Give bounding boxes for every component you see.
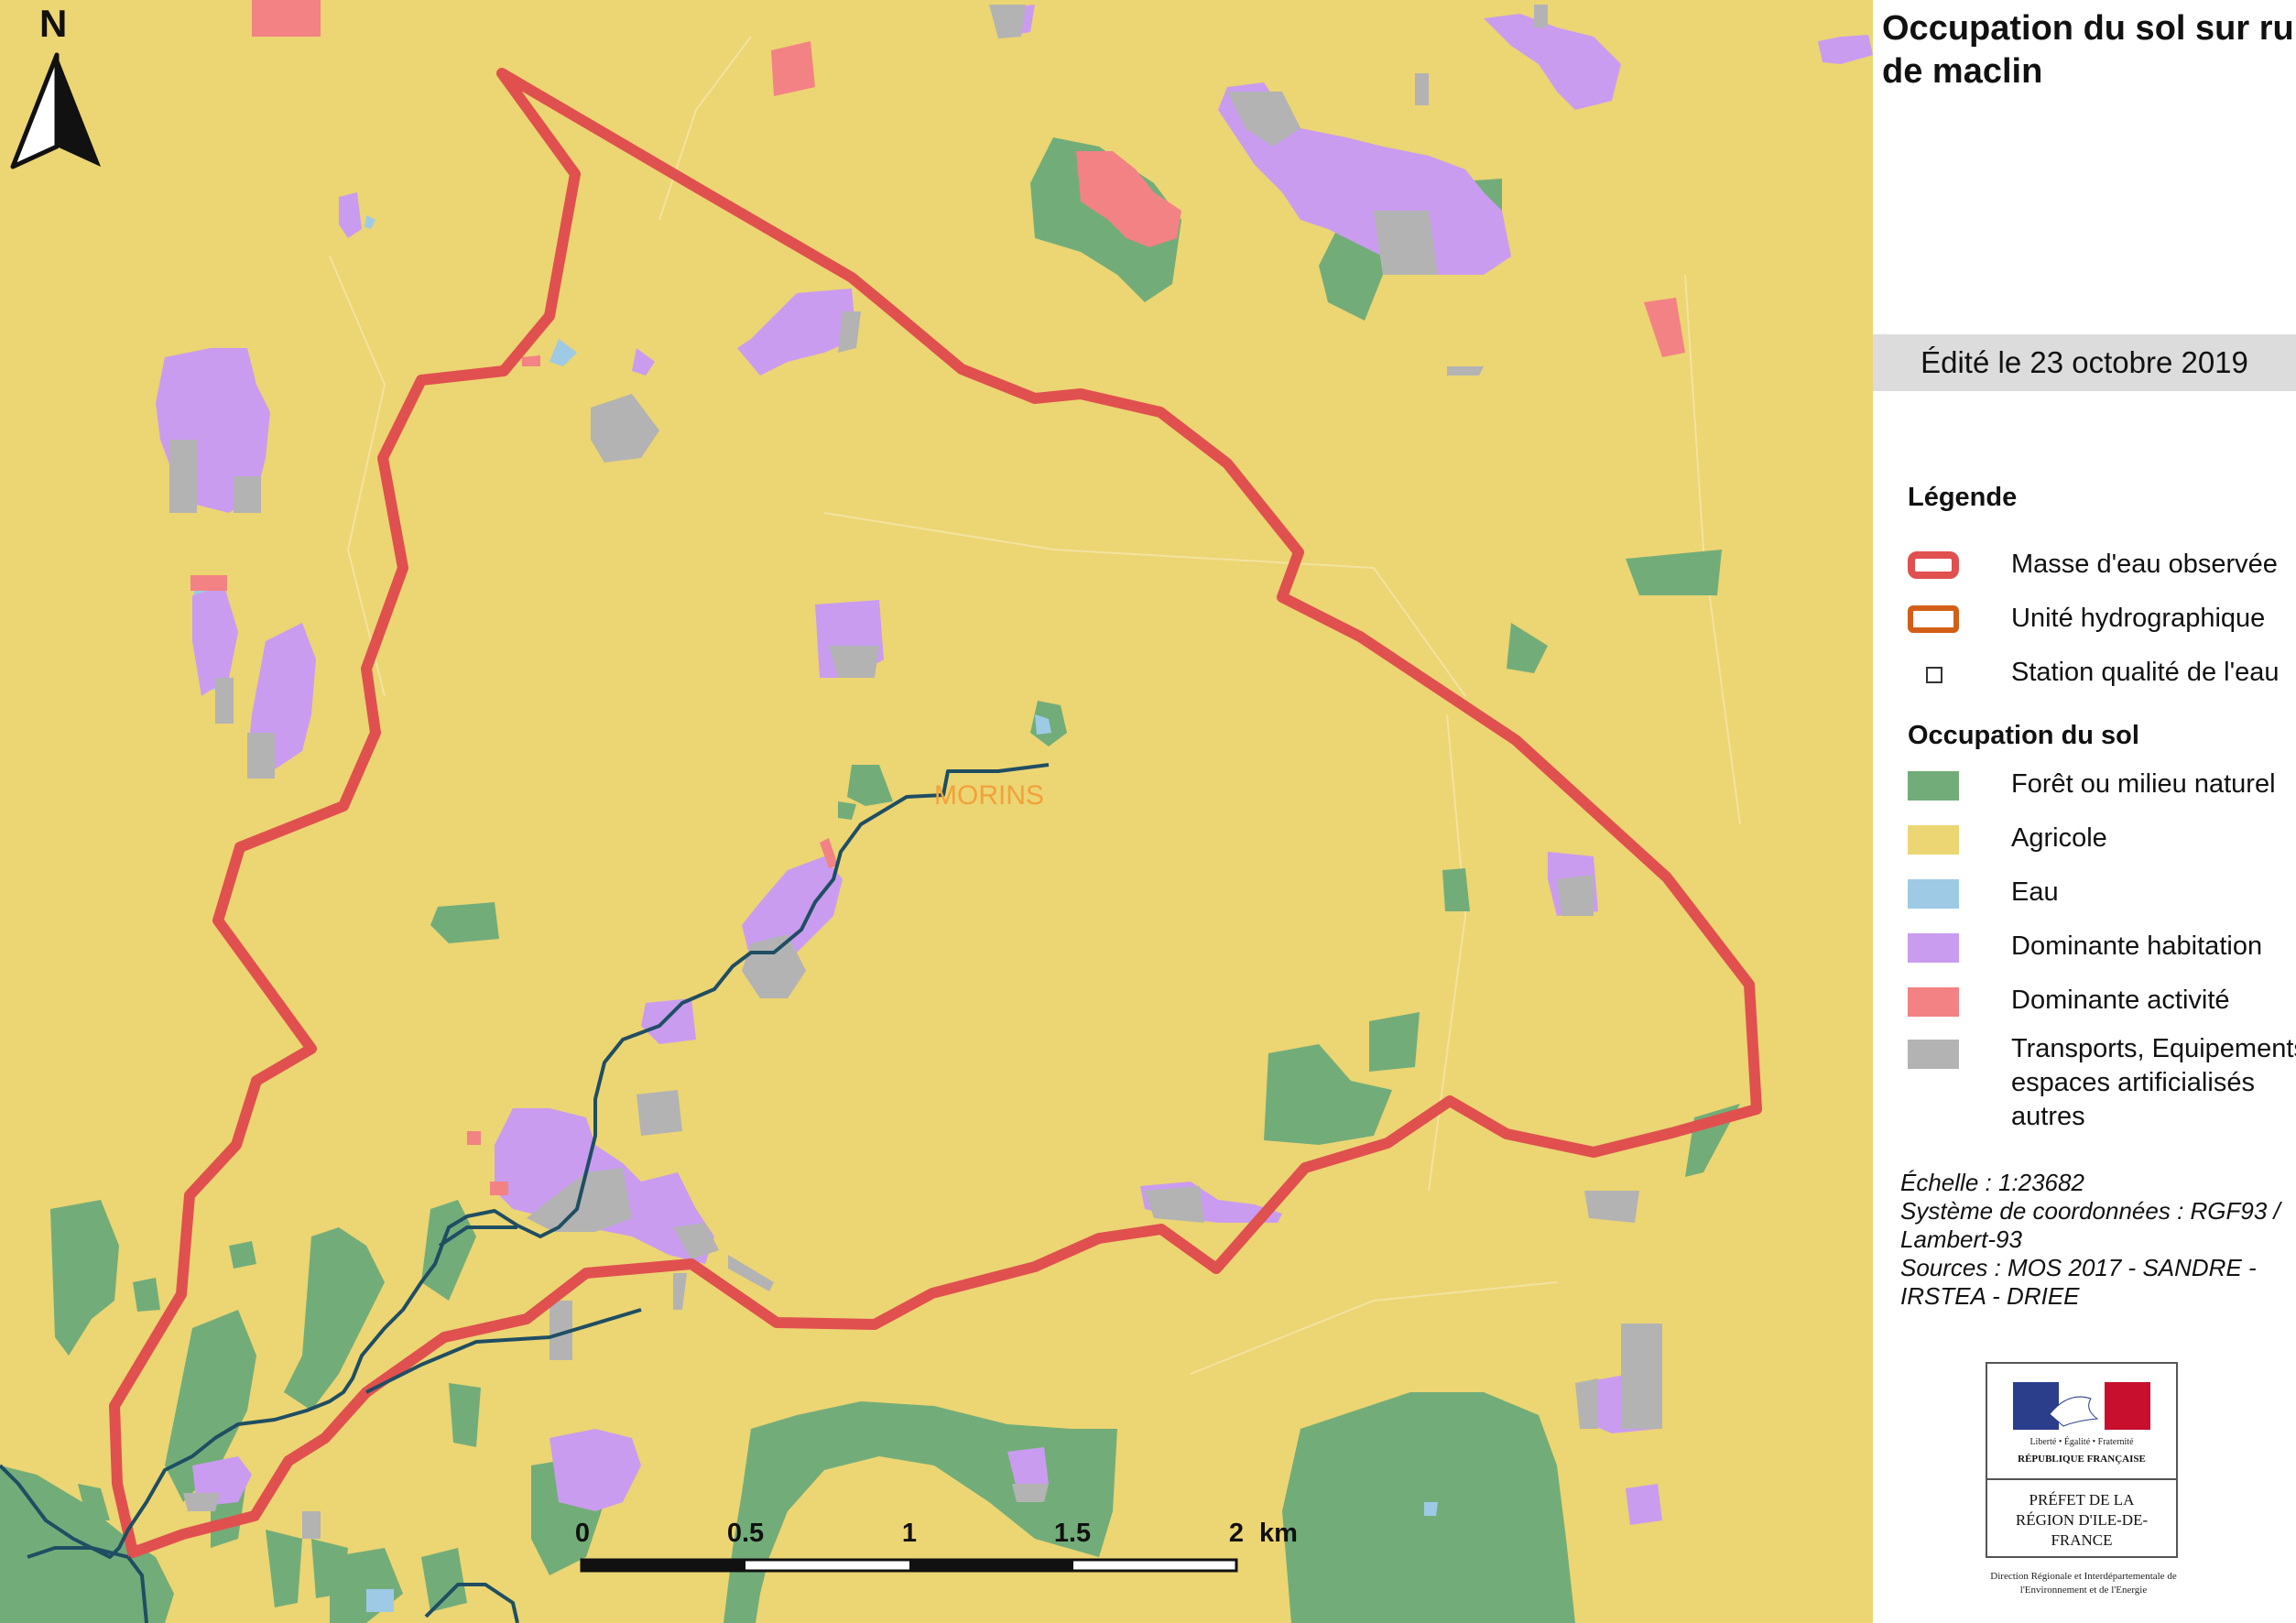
red-outline-icon [1908,551,1959,579]
scale-tick-0-5: 0.5 [727,1519,764,1548]
map-title: Occupation du sol sur ru de maclin [1882,9,2294,91]
scale-text: Échelle : 1:23682 [1900,1169,2084,1196]
scale-tick-0: 0 [575,1519,590,1548]
logo-prefet: PRÉFET DE LA RÉGION D'ILE-DE-FRANCE [2015,1491,2149,1549]
prefecture-logo: Liberté • Égalité • Fraternité RÉPUBLIQU… [1986,1362,2178,1558]
scale-unit: km [1259,1519,1298,1548]
logo-direction: Direction Régionale et Interdépartementa… [1990,1571,2177,1596]
legend-item-observed-water-body: Masse d'eau observée [1908,548,2292,584]
map-metadata: Échelle : 1:23682 Système de coordonnées… [1900,1169,2294,1311]
water-swatch [1908,879,1959,909]
legend-label: Agricole [2011,823,2107,853]
legend-label: Unité hydrographique [2011,604,2266,633]
habitation-swatch [1908,933,1959,963]
legend-item-forest: Forêt ou milieu naturel [1908,768,2292,804]
legend-item-habitation: Dominante habitation [1908,930,2292,966]
logo-republic: RÉPUBLIQUE FRANÇAISE [2018,1454,2146,1465]
legend-label: Transports, Equipements, espaces artific… [2011,1034,2296,1131]
legend-label: Station qualité de l'eau [2011,658,2280,687]
land-use-map[interactable]: MORINS N 0 0.5 1 1.5 2 km [0,0,1873,1623]
square-icon [1926,667,1942,683]
north-label: N [39,2,67,45]
legend-label: Dominante activité [2011,986,2230,1015]
legend-label: Masse d'eau observée [2011,550,2278,579]
legend-label: Eau [2011,877,2059,907]
crs-text: Système de coordonnées : RGF93 / Lambert… [1900,1197,2280,1253]
scale-tick-1: 1 [902,1519,917,1548]
logo-motto: Liberté • Égalité • Fraternité [2029,1437,2134,1447]
legend-heading: Légende [1908,483,2018,512]
legend-item-agricultural: Agricole [1908,822,2292,858]
activity-swatch [1908,987,1959,1017]
map-info-panel: Occupation du sol sur ru de maclin Édité… [1873,0,2296,1623]
scale-tick-1-5: 1.5 [1054,1519,1091,1548]
agricultural-swatch [1908,825,1959,855]
marianne-flag-icon [2013,1382,2150,1430]
sources-text: Sources : MOS 2017 - SANDRE - IRSTEA - D… [1900,1254,2257,1310]
legend-item-transport: Transports, Equipements, espaces artific… [1908,1032,2296,1133]
edition-date: Édité le 23 octobre 2019 [1873,334,2296,391]
forest-swatch [1908,771,1959,801]
legend-item-water: Eau [1908,876,2292,912]
river-label: MORINS [934,780,1044,811]
transport-swatch [1908,1040,1959,1069]
scale-tick-2: 2 [1229,1519,1244,1548]
legend-item-water-quality-station: Station qualité de l'eau [1908,656,2292,692]
legend-label: Dominante habitation [2011,931,2263,961]
landuse-heading: Occupation du sol [1908,721,2139,750]
orange-outline-icon [1908,605,1959,633]
legend-item-activity: Dominante activité [1908,984,2292,1020]
legend-item-hydrographic-unit: Unité hydrographique [1908,602,2292,638]
legend-label: Forêt ou milieu naturel [2011,769,2276,799]
